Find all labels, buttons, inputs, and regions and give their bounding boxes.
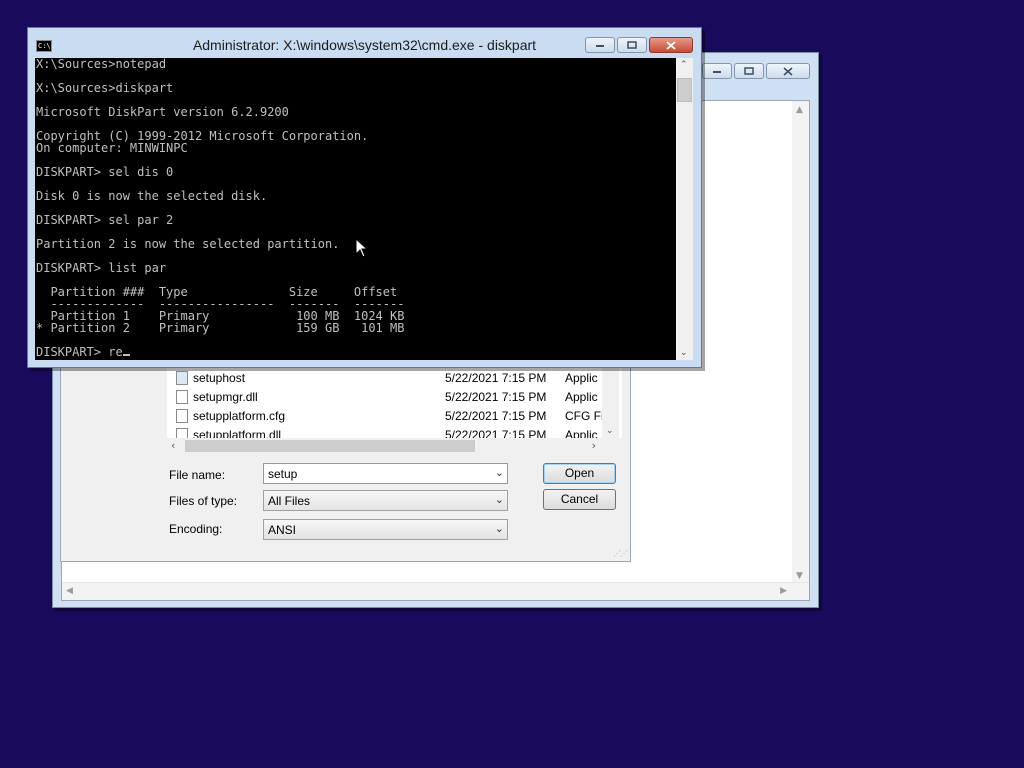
minimize-icon (596, 45, 604, 47)
file-date: 5/22/2021 7:15 PM (445, 428, 547, 438)
maximize-icon (744, 67, 754, 75)
file-type: CFG Fi (565, 409, 604, 423)
file-type: Applic (565, 371, 598, 385)
console-line: * Partition 2 Primary 159 GB 101 MB (36, 321, 405, 335)
console-line: DISKPART> sel par 2 (36, 213, 174, 227)
maximize-button[interactable] (617, 37, 647, 53)
cmd-window: C:\. Administrator: X:\windows\system32\… (27, 27, 702, 368)
file-list[interactable]: setuphost 5/22/2021 7:15 PM Applic setup… (167, 364, 622, 438)
file-name-combobox[interactable]: setup ⌄ (263, 463, 508, 484)
notepad-caption-buttons (702, 63, 810, 79)
dll-icon (176, 428, 188, 438)
chevron-down-icon[interactable]: ⌄ (495, 493, 504, 506)
file-icon (176, 409, 188, 423)
open-button[interactable]: Open (543, 463, 616, 484)
notepad-minimize-button[interactable] (702, 63, 732, 79)
chevron-down-icon[interactable]: ⌄ (606, 426, 614, 436)
chevron-down-icon[interactable]: ⌄ (680, 348, 688, 358)
file-row[interactable]: setuphost 5/22/2021 7:15 PM Applic (167, 369, 622, 388)
minimize-icon (713, 71, 721, 73)
chevron-down-icon[interactable]: ⌄ (495, 466, 504, 479)
console-line: On computer: MINWINPC (36, 141, 188, 155)
encoding-select[interactable]: ANSI ⌄ (263, 519, 508, 540)
scroll-down-icon[interactable]: ▼ (796, 571, 803, 581)
notepad-vertical-scrollbar[interactable]: ▲ ▼ (792, 101, 809, 583)
file-row[interactable]: setupplatform.dll 5/22/2021 7:15 PM Appl… (167, 426, 622, 438)
encoding-value: ANSI (268, 523, 297, 537)
console-line: DISKPART> sel dis 0 (36, 165, 174, 179)
file-name: setuphost (193, 371, 246, 385)
notepad-maximize-button[interactable] (734, 63, 764, 79)
scroll-left-icon[interactable]: ◀ (66, 586, 73, 596)
files-of-type-value: All Files (268, 494, 311, 508)
resize-grip-icon[interactable]: ⋰⋰ (613, 549, 628, 558)
console-output[interactable]: X:\Sources>notepad X:\Sources>diskpart M… (35, 58, 676, 360)
scroll-right-icon[interactable]: ▶ (780, 586, 787, 596)
chevron-up-icon[interactable]: ⌃ (680, 60, 688, 70)
file-name: setupmgr.dll (193, 390, 258, 404)
scroll-up-icon[interactable]: ▲ (796, 105, 803, 115)
console-text: X:\Sources>notepad X:\Sources>diskpart M… (35, 58, 676, 358)
mouse-pointer-icon (355, 238, 367, 258)
console-line: Partition 2 is now the selected partitio… (36, 237, 340, 251)
close-icon (666, 40, 676, 50)
scrollbar-thumb[interactable] (677, 78, 692, 102)
minimize-button[interactable] (585, 37, 615, 53)
console-line: Microsoft DiskPart version 6.2.9200 (36, 105, 289, 119)
open-file-dialog: setuphost 5/22/2021 7:15 PM Applic setup… (60, 360, 631, 562)
notepad-close-button[interactable] (766, 63, 810, 79)
maximize-icon (627, 41, 637, 49)
files-of-type-select[interactable]: All Files ⌄ (263, 490, 508, 511)
file-row[interactable]: setupplatform.cfg 5/22/2021 7:15 PM CFG … (167, 407, 622, 426)
file-name: setupplatform.cfg (193, 409, 286, 423)
chevron-right-icon[interactable]: › (592, 439, 596, 452)
cancel-button[interactable]: Cancel (543, 489, 616, 510)
scrollbar-thumb[interactable] (185, 440, 475, 452)
file-date: 5/22/2021 7:15 PM (445, 390, 547, 404)
console-line: DISKPART> list par (36, 261, 167, 275)
dll-icon (176, 390, 188, 404)
encoding-label: Encoding: (169, 522, 223, 536)
file-row[interactable]: setupmgr.dll 5/22/2021 7:15 PM Applic (167, 388, 622, 407)
console-line: Disk 0 is now the selected disk. (36, 189, 268, 203)
files-of-type-label: Files of type: (169, 494, 238, 508)
close-button[interactable] (649, 37, 693, 53)
file-list-horizontal-scrollbar[interactable]: ‹ › (167, 438, 622, 454)
file-list-vertical-scrollbar[interactable]: ⌄ (602, 364, 619, 438)
file-name-label: File name: (169, 468, 226, 482)
cmd-caption-buttons (585, 37, 693, 53)
console-line: X:\Sources>diskpart (36, 81, 174, 95)
exe-icon (176, 371, 188, 385)
console-vertical-scrollbar[interactable]: ⌃ ⌄ (676, 58, 693, 360)
file-name: setupplatform.dll (193, 428, 282, 438)
console-line: DISKPART> re (36, 345, 123, 359)
file-date: 5/22/2021 7:15 PM (445, 409, 547, 423)
file-date: 5/22/2021 7:15 PM (445, 371, 547, 385)
file-name-value: setup (268, 467, 298, 481)
console-line: X:\Sources>notepad (36, 58, 167, 71)
file-type: Applic (565, 428, 598, 438)
chevron-left-icon[interactable]: ‹ (171, 439, 175, 452)
text-cursor (122, 354, 130, 356)
notepad-horizontal-scrollbar[interactable]: ◀ ▶ (62, 582, 809, 600)
file-type: Applic (565, 390, 598, 404)
close-icon (783, 66, 793, 76)
chevron-down-icon[interactable]: ⌄ (495, 522, 504, 535)
